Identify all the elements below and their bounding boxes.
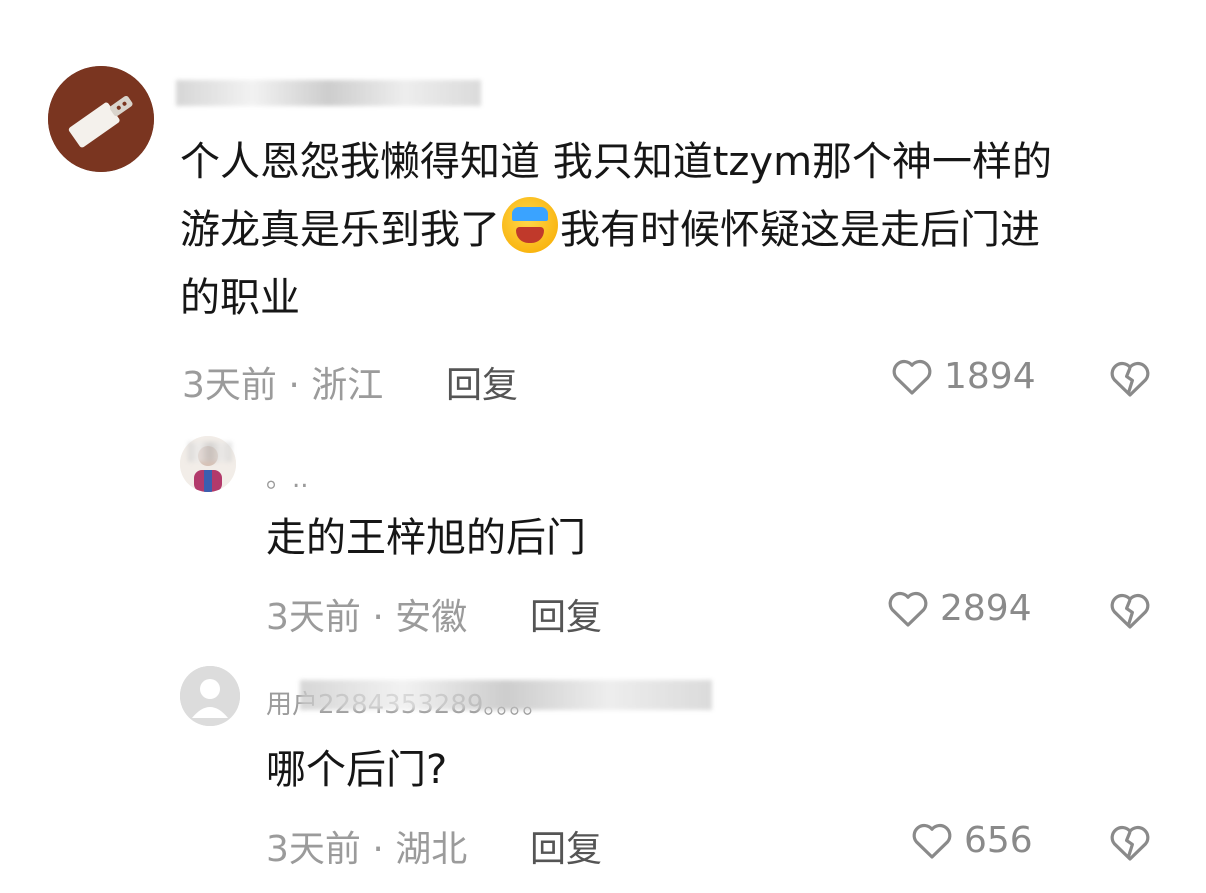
comment-meta: 3天前 · 浙江: [182, 365, 384, 406]
like-count: 2894: [940, 587, 1032, 629]
heart-outline-icon: [892, 359, 932, 395]
username[interactable]: 。..: [266, 458, 309, 495]
like-count: 1894: [944, 355, 1036, 397]
username-redacted[interactable]: [176, 80, 481, 106]
username-redacted: [300, 680, 712, 710]
dislike-button[interactable]: [1106, 818, 1154, 870]
comment-text: 走的王梓旭的后门: [266, 515, 586, 561]
like-button[interactable]: 1894: [888, 352, 1036, 400]
avatar[interactable]: [180, 666, 240, 726]
like-button[interactable]: 656: [908, 816, 1033, 864]
comment-meta: 3天前 · 安徽: [266, 597, 468, 638]
like-count: 656: [964, 819, 1033, 861]
avatar-redaction: [188, 442, 232, 462]
avatar[interactable]: [48, 66, 154, 172]
heart-outline-icon: [912, 823, 952, 859]
like-button[interactable]: 2894: [884, 584, 1032, 632]
reply-button[interactable]: 回复: [446, 356, 518, 408]
broken-heart-icon: [1110, 593, 1150, 629]
default-user-icon: [180, 666, 240, 726]
comment-meta: 3天前 · 湖北: [266, 829, 468, 870]
heart-outline-icon: [888, 591, 928, 627]
broken-heart-icon: [1110, 825, 1150, 861]
dislike-button[interactable]: [1106, 586, 1154, 638]
reply-button[interactable]: 回复: [530, 588, 602, 640]
comment-text: 哪个后门?: [266, 747, 448, 793]
dislike-button[interactable]: [1106, 354, 1154, 406]
knife-avatar-icon: [48, 66, 154, 172]
broken-heart-icon: [1110, 361, 1150, 397]
laughing-crying-emoji-icon: [502, 197, 558, 253]
reply-button[interactable]: 回复: [530, 820, 602, 872]
comment-text: 个人恩怨我懒得知道 我只知道tzym那个神一样的 游龙真是乐到我了 我有时候怀疑这…: [180, 139, 1053, 321]
